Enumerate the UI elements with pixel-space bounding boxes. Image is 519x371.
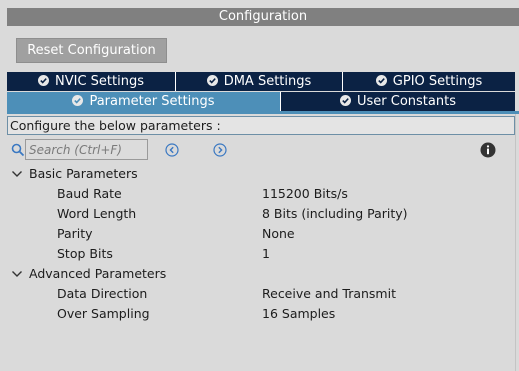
reset-configuration-button[interactable]: Reset Configuration bbox=[16, 38, 167, 63]
param-name: Word Length bbox=[57, 206, 137, 221]
info-icon[interactable] bbox=[480, 142, 496, 158]
panel-divider bbox=[515, 114, 516, 371]
tab-label: DMA Settings bbox=[223, 74, 312, 89]
panel-header: Configure the below parameters : bbox=[7, 116, 515, 135]
param-value[interactable]: 115200 Bits/s bbox=[262, 184, 348, 204]
tab-label: GPIO Settings bbox=[392, 74, 483, 89]
chevron-down-icon[interactable] bbox=[11, 270, 23, 278]
tabs-underline bbox=[7, 111, 519, 114]
group-advanced-parameters[interactable]: Advanced Parameters bbox=[11, 264, 166, 284]
check-circle-icon bbox=[72, 95, 84, 106]
search-icon[interactable] bbox=[11, 143, 25, 157]
param-value[interactable]: 16 Samples bbox=[262, 304, 335, 324]
group-basic-parameters[interactable]: Basic Parameters bbox=[11, 164, 138, 184]
param-value[interactable]: Receive and Transmit bbox=[262, 284, 396, 304]
check-circle-icon bbox=[340, 95, 351, 106]
param-name: Baud Rate bbox=[57, 186, 122, 201]
param-name: Over Sampling bbox=[57, 306, 150, 321]
title-bar: Configuration bbox=[0, 0, 519, 26]
chevron-left-circle-icon[interactable] bbox=[165, 143, 179, 157]
param-name: Data Direction bbox=[57, 286, 148, 301]
window-title: Configuration bbox=[7, 8, 519, 26]
tab-label: User Constants bbox=[357, 94, 456, 109]
tab-dma-settings[interactable]: DMA Settings bbox=[176, 72, 343, 91]
check-circle-icon bbox=[38, 75, 49, 86]
param-value[interactable]: 8 Bits (including Parity) bbox=[262, 204, 408, 224]
tab-label: NVIC Settings bbox=[55, 74, 144, 89]
tab-parameter-settings[interactable]: Parameter Settings bbox=[7, 92, 281, 111]
check-circle-icon bbox=[375, 75, 387, 86]
tab-gpio-settings[interactable]: GPIO Settings bbox=[343, 72, 515, 91]
chevron-right-circle-icon[interactable] bbox=[213, 143, 227, 157]
param-name: Stop Bits bbox=[57, 246, 113, 261]
group-label: Basic Parameters bbox=[29, 166, 138, 181]
param-value[interactable]: 1 bbox=[262, 244, 270, 264]
chevron-down-icon[interactable] bbox=[11, 170, 23, 178]
tab-label: Parameter Settings bbox=[89, 94, 215, 109]
tab-user-constants[interactable]: User Constants bbox=[281, 92, 515, 111]
param-name: Parity bbox=[57, 226, 93, 241]
param-value[interactable]: None bbox=[262, 224, 295, 244]
group-label: Advanced Parameters bbox=[29, 266, 167, 281]
check-circle-icon bbox=[206, 75, 218, 86]
tab-nvic-settings[interactable]: NVIC Settings bbox=[7, 72, 176, 91]
search-input[interactable] bbox=[25, 139, 148, 160]
